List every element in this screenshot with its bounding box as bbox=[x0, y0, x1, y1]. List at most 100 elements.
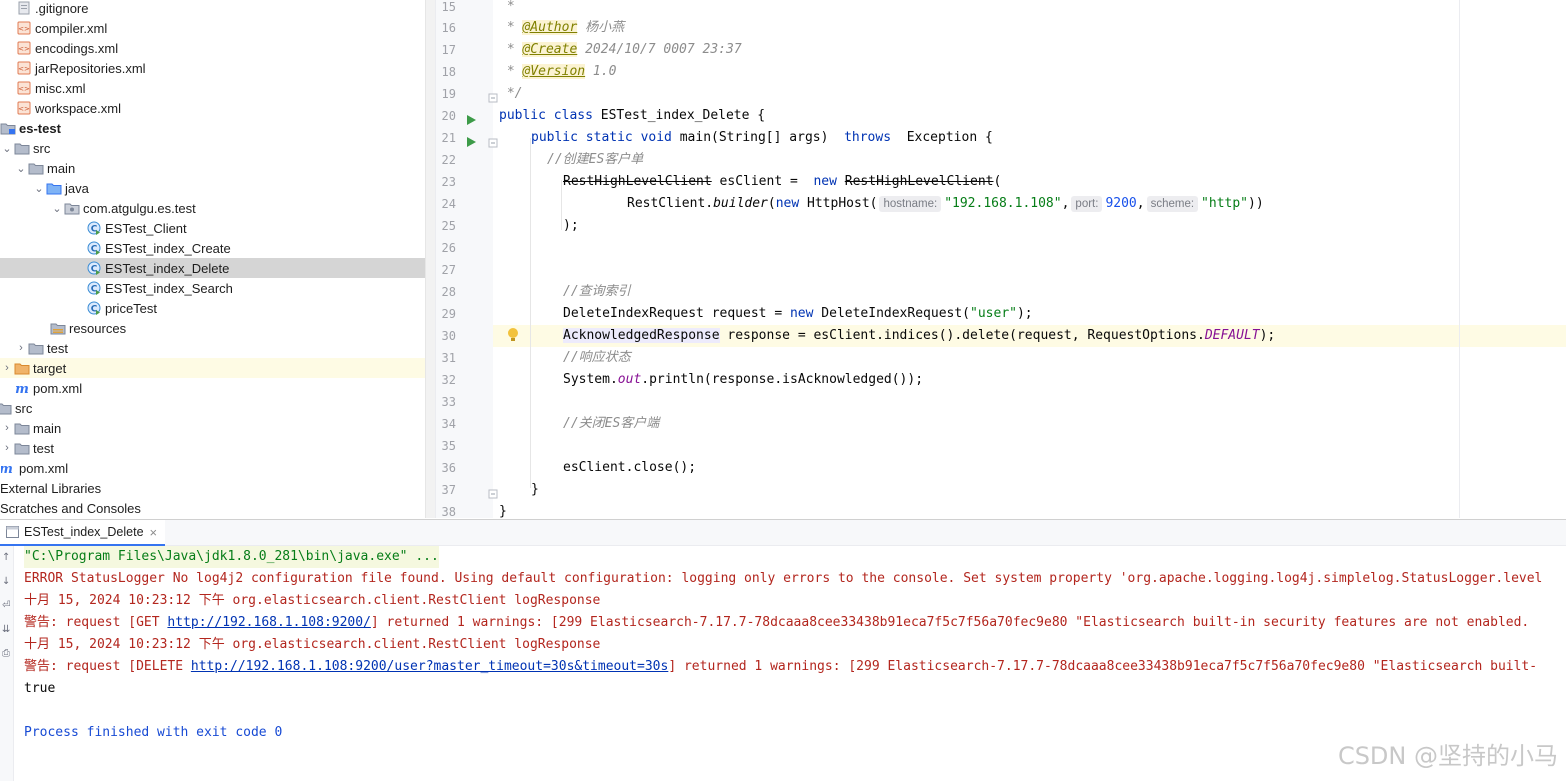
code-line-38: } bbox=[499, 504, 507, 518]
project-tree: .gitignore <> compiler.xml <> encodings.… bbox=[0, 0, 425, 518]
module-folder-icon bbox=[0, 120, 16, 136]
java-class-icon: C bbox=[86, 280, 102, 296]
line-number: 24 bbox=[441, 197, 456, 211]
code-line-25: ); bbox=[563, 218, 579, 233]
tree-item-compiler-xml[interactable]: <> compiler.xml bbox=[0, 18, 425, 38]
java-class-icon: C bbox=[86, 220, 102, 236]
folder-icon bbox=[28, 340, 44, 356]
console-output[interactable]: "C:\Program Files\Java\jdk1.8.0_281\bin\… bbox=[14, 546, 1566, 781]
tree-item-label: test bbox=[47, 340, 68, 356]
tree-item-package[interactable]: ⌄ com.atgulgu.es.test bbox=[0, 198, 425, 218]
soft-wrap-icon[interactable]: ⏎ bbox=[2, 600, 10, 611]
svg-text:<>: <> bbox=[18, 25, 30, 33]
chevron-right-icon[interactable]: › bbox=[0, 422, 14, 434]
java-class-icon: C bbox=[86, 300, 102, 316]
tree-item-es-test[interactable]: es-test bbox=[0, 118, 425, 138]
tree-item-pricetest[interactable]: C priceTest bbox=[0, 298, 425, 318]
chevron-down-icon[interactable]: ⌄ bbox=[32, 182, 46, 195]
tree-item-label: java bbox=[65, 180, 89, 196]
tree-item-src-root[interactable]: src bbox=[0, 398, 425, 418]
tree-item-main[interactable]: ⌄ main bbox=[0, 158, 425, 178]
tree-item-test-root[interactable]: › test bbox=[0, 438, 425, 458]
tree-item-misc-xml[interactable]: <> misc.xml bbox=[0, 78, 425, 98]
param-hint-hostname: hostname: bbox=[879, 196, 942, 212]
chevron-down-icon[interactable]: ⌄ bbox=[50, 202, 64, 215]
tree-item-encodings-xml[interactable]: <> encodings.xml bbox=[0, 38, 425, 58]
tree-item-pom-xml-root[interactable]: m pom.xml bbox=[0, 458, 425, 478]
code-line-20: public class ESTest_index_Delete { bbox=[499, 108, 766, 123]
xml-file-icon: <> bbox=[16, 20, 32, 36]
tree-item-src[interactable]: ⌄ src bbox=[0, 138, 425, 158]
code-line-17: * @Create 2024/10/7 0007 23:37 bbox=[499, 42, 742, 57]
line-number: 19 bbox=[441, 87, 456, 101]
xml-file-icon: <> bbox=[16, 60, 32, 76]
run-main-icon[interactable] bbox=[465, 133, 477, 152]
tree-item-gitignore[interactable]: .gitignore bbox=[0, 0, 425, 18]
java-class-icon: C bbox=[86, 240, 102, 256]
down-arrow-icon[interactable]: ↓ bbox=[2, 576, 10, 587]
chevron-right-icon[interactable]: › bbox=[14, 342, 28, 354]
line-number: 33 bbox=[441, 395, 456, 409]
tree-item-target[interactable]: › target bbox=[0, 358, 425, 378]
tree-item-label: pom.xml bbox=[19, 460, 69, 476]
tree-item-external-libraries[interactable]: External Libraries bbox=[0, 478, 425, 498]
tree-scrollbar[interactable] bbox=[425, 0, 435, 518]
console-icon bbox=[6, 526, 19, 538]
console-line: true bbox=[24, 681, 56, 696]
tree-item-resources[interactable]: resources bbox=[0, 318, 425, 338]
line-number: 26 bbox=[441, 241, 456, 255]
line-number: 29 bbox=[441, 307, 456, 321]
line-number: 31 bbox=[441, 351, 456, 365]
console-link[interactable]: http://192.168.1.108:9200/user?master_ti… bbox=[191, 659, 668, 674]
code-line-16: * @Author 杨小燕 bbox=[499, 20, 625, 35]
tree-item-label: External Libraries bbox=[0, 480, 102, 496]
console-line: 警告: request [DELETE http://192.168.1.108… bbox=[24, 659, 1538, 674]
tree-item-workspace-xml[interactable]: <> workspace.xml bbox=[0, 98, 425, 118]
xml-file-icon: <> bbox=[16, 100, 32, 116]
code-editor[interactable]: * * @Author 杨小燕 * @Create 2024/10/7 0007… bbox=[493, 0, 1459, 518]
tree-item-java[interactable]: ⌄ java bbox=[0, 178, 425, 198]
folder-icon bbox=[14, 140, 30, 156]
close-icon[interactable]: × bbox=[150, 525, 158, 540]
tree-item-test[interactable]: › test bbox=[0, 338, 425, 358]
chevron-down-icon[interactable]: ⌄ bbox=[0, 142, 14, 155]
console-line: 警告: request [GET http://192.168.1.108:92… bbox=[24, 615, 1530, 630]
up-arrow-icon[interactable]: ↑ bbox=[2, 552, 10, 563]
console-line: ERROR StatusLogger No log4j2 configurati… bbox=[24, 571, 1543, 586]
tree-item-label: src bbox=[15, 400, 33, 416]
java-class-icon: C bbox=[86, 260, 102, 276]
folder-icon bbox=[14, 440, 30, 456]
tree-item-label: workspace.xml bbox=[35, 100, 121, 116]
code-line-19: */ bbox=[499, 86, 523, 101]
scroll-end-icon[interactable]: ⇊ bbox=[2, 624, 10, 635]
tree-item-main-root[interactable]: › main bbox=[0, 418, 425, 438]
line-number: 27 bbox=[441, 263, 456, 277]
tree-item-label: jarRepositories.xml bbox=[35, 60, 146, 76]
print-icon[interactable]: ⎙ bbox=[2, 648, 10, 659]
run-class-icon[interactable] bbox=[465, 111, 477, 130]
param-hint-port: port: bbox=[1071, 196, 1103, 212]
console-link[interactable]: http://192.168.1.108:9200/ bbox=[167, 615, 371, 630]
run-tab-label: ESTest_index_Delete bbox=[24, 525, 144, 539]
chevron-down-icon[interactable]: ⌄ bbox=[14, 162, 28, 175]
console-line: 十月 15, 2024 10:23:12 下午 org.elasticsearc… bbox=[24, 593, 601, 608]
tree-item-estest-index-search[interactable]: C ESTest_index_Search bbox=[0, 278, 425, 298]
tree-item-scratches[interactable]: Scratches and Consoles bbox=[0, 498, 425, 518]
line-number: 17 bbox=[441, 43, 456, 57]
tree-item-pom-xml[interactable]: m pom.xml bbox=[0, 378, 425, 398]
line-number: 18 bbox=[441, 65, 456, 79]
code-line-37: } bbox=[531, 482, 539, 497]
code-line-18: * @Version 1.0 bbox=[499, 64, 617, 79]
console-line-command: "C:\Program Files\Java\jdk1.8.0_281\bin\… bbox=[24, 546, 439, 568]
tree-item-estest-index-create[interactable]: C ESTest_index_Create bbox=[0, 238, 425, 258]
tree-item-estest-client[interactable]: C ESTest_Client bbox=[0, 218, 425, 238]
tree-item-jarrepositories-xml[interactable]: <> jarRepositories.xml bbox=[0, 58, 425, 78]
tree-item-estest-index-delete[interactable]: C ESTest_index_Delete bbox=[0, 258, 425, 278]
chevron-right-icon[interactable]: › bbox=[0, 442, 14, 454]
tree-item-label: ESTest_index_Delete bbox=[105, 260, 230, 276]
svg-text:<>: <> bbox=[18, 105, 30, 113]
package-icon bbox=[64, 200, 80, 216]
code-line-24: RestClient.builder(new HttpHost(hostname… bbox=[627, 196, 1264, 212]
run-tab-estest-index-delete[interactable]: ESTest_index_Delete × bbox=[0, 520, 166, 546]
chevron-right-icon[interactable]: › bbox=[0, 362, 14, 374]
